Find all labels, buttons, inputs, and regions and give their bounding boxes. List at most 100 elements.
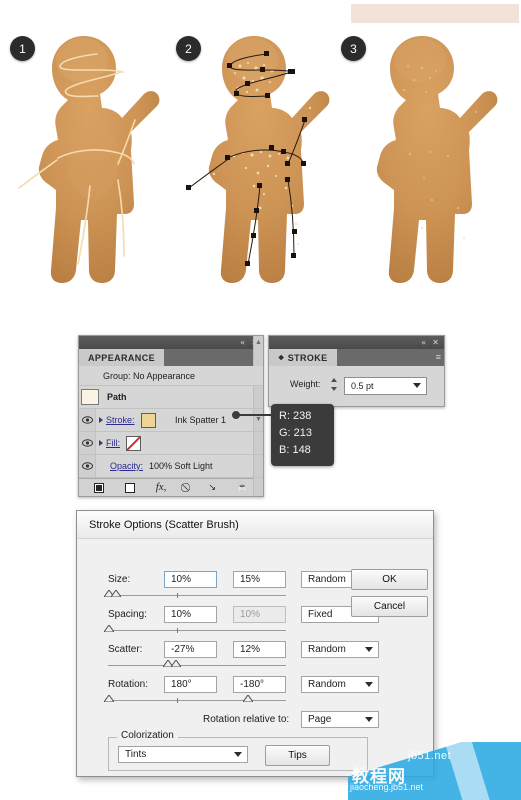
- cancel-button-label: Cancel: [373, 601, 406, 612]
- spacing-max-value: 10%: [240, 609, 261, 620]
- field-row-scatter: Scatter: -27% 12% Random: [77, 641, 433, 675]
- size-slider-track[interactable]: [108, 595, 286, 596]
- tab-filler: [164, 349, 263, 366]
- appearance-panel-titlebar[interactable]: « ✕: [79, 336, 263, 349]
- rgb-value-tooltip: R: 238 G: 213 B: 148: [271, 404, 334, 466]
- scatter-label: Scatter:: [108, 644, 143, 655]
- stroke-color-swatch[interactable]: [140, 412, 156, 428]
- scatter-min-input[interactable]: -27%: [164, 641, 217, 658]
- stroke-tab-row: ❖ STROKE ≡: [269, 349, 444, 366]
- scatter-mode-select[interactable]: Random: [301, 641, 379, 658]
- scatter-mode-value: Random: [308, 644, 346, 655]
- size-min-value: 10%: [171, 574, 192, 585]
- spacing-min-input[interactable]: 10%: [164, 606, 217, 623]
- rotation-slider-marker-max[interactable]: [243, 695, 253, 702]
- tab-filler: [336, 349, 444, 366]
- opacity-value: 100% Soft Light: [149, 461, 213, 471]
- chevron-down-icon[interactable]: [365, 647, 373, 652]
- size-slider-marker-max[interactable]: [111, 590, 121, 597]
- size-max-input[interactable]: 15%: [233, 571, 286, 588]
- rotation-label: Rotation:: [108, 679, 149, 690]
- rotation-relative-select[interactable]: Page: [301, 711, 379, 728]
- fill-none-swatch[interactable]: [126, 435, 141, 451]
- collapse-icon[interactable]: «: [421, 337, 426, 348]
- appearance-footer-toolbar: fx, ⃠ ↘ ☕: [79, 478, 263, 496]
- chevron-down-icon[interactable]: [234, 752, 242, 757]
- weight-label: Weight:: [290, 379, 321, 389]
- ok-button-label: OK: [382, 574, 397, 585]
- tab-appearance[interactable]: APPEARANCE: [79, 349, 165, 366]
- spacing-label: Spacing:: [108, 609, 147, 620]
- chevron-down-icon[interactable]: [365, 682, 373, 687]
- add-new-fill-icon[interactable]: [124, 482, 135, 493]
- scatter-max-input[interactable]: 12%: [233, 641, 286, 658]
- panel-state-icon: ❖: [278, 354, 285, 362]
- chevron-down-icon[interactable]: [365, 717, 373, 722]
- spacing-slider-tick: [177, 628, 178, 633]
- spacing-slider-track[interactable]: [108, 630, 286, 631]
- rotation-min-value: 180°: [171, 679, 192, 690]
- scroll-up-icon[interactable]: ▲: [254, 338, 263, 347]
- stroke-visibility-toggle[interactable]: [79, 409, 96, 431]
- path-thumbnail: [81, 389, 99, 405]
- stroke-panel-titlebar[interactable]: « ✕: [269, 336, 444, 349]
- weight-combo[interactable]: 0.5 pt: [344, 377, 427, 395]
- rotation-slider-tick: [177, 698, 178, 703]
- opacity-visibility-toggle[interactable]: [79, 455, 96, 477]
- step-badge-2: 2: [176, 36, 201, 61]
- spacing-min-value: 10%: [171, 609, 192, 620]
- add-new-effect-icon[interactable]: fx,: [156, 482, 167, 493]
- stroke-label[interactable]: Stroke:: [106, 415, 135, 425]
- group-label: Group: No Appearance: [103, 370, 196, 381]
- ok-button[interactable]: OK: [351, 569, 428, 590]
- appearance-tab-row: APPEARANCE ≡: [79, 349, 263, 366]
- fill-label[interactable]: Fill:: [106, 438, 120, 448]
- scatter-slider-track[interactable]: [108, 665, 286, 666]
- opacity-label[interactable]: Opacity:: [110, 461, 143, 471]
- stroke-panel-body: Weight: 0.5 pt: [269, 366, 444, 406]
- rgb-red-value: R: 238: [279, 410, 312, 422]
- rotation-min-input[interactable]: 180°: [164, 676, 217, 693]
- watermark-url: jiaocheng.jb51.net: [350, 782, 424, 792]
- rgb-blue-value: B: 148: [279, 444, 311, 456]
- duplicate-selected-item-icon[interactable]: ↘: [209, 483, 217, 492]
- rotation-mode-select[interactable]: Random: [301, 676, 379, 693]
- weight-stepper[interactable]: [331, 378, 339, 391]
- rotation-slider-track[interactable]: [108, 700, 286, 701]
- appearance-row-group[interactable]: Group: No Appearance: [79, 366, 263, 386]
- weight-value: 0.5 pt: [351, 381, 374, 391]
- screenshot-root: 1 2 3 « APPEARANCE ▲ ▼ Group: No Appeara…: [0, 0, 521, 800]
- tab-stroke[interactable]: ❖ STROKE: [269, 349, 337, 366]
- delete-selected-item-icon[interactable]: ☕: [237, 483, 248, 492]
- tips-button[interactable]: Tips: [265, 745, 330, 766]
- fill-disclosure-triangle-icon[interactable]: [99, 440, 103, 446]
- stroke-options-dialog: Stroke Options (Scatter Brush) Size: 10%…: [76, 510, 434, 777]
- scatter-min-value: -27%: [171, 644, 195, 655]
- cancel-button[interactable]: Cancel: [351, 596, 428, 617]
- stroke-disclosure-triangle-icon[interactable]: [99, 417, 103, 423]
- dialog-titlebar[interactable]: Stroke Options (Scatter Brush): [77, 511, 433, 539]
- size-label: Size:: [108, 574, 131, 585]
- fill-visibility-toggle[interactable]: [79, 432, 96, 454]
- stroke-panel: « ✕ ❖ STROKE ≡ Weight: 0.5 pt: [268, 335, 445, 407]
- spacing-mode-value: Fixed: [308, 609, 333, 620]
- tips-button-label: Tips: [288, 750, 307, 761]
- appearance-row-opacity[interactable]: Opacity: 100% Soft Light: [79, 455, 263, 478]
- rgb-green-value: G: 213: [279, 427, 313, 439]
- collapse-icon[interactable]: «: [240, 337, 245, 348]
- eye-icon: [81, 462, 93, 470]
- rotation-slider-marker-min[interactable]: [104, 695, 114, 702]
- chevron-down-icon[interactable]: [413, 383, 421, 388]
- rotation-max-value: -180°: [240, 679, 265, 690]
- rotation-max-input[interactable]: -180°: [233, 676, 286, 693]
- tab-stroke-label: STROKE: [287, 352, 328, 363]
- close-icon[interactable]: ✕: [432, 337, 439, 348]
- panel-menu-icon[interactable]: ≡: [436, 352, 441, 362]
- appearance-row-fill[interactable]: Fill:: [79, 432, 263, 455]
- add-new-stroke-icon[interactable]: [93, 482, 104, 493]
- spacing-slider-marker[interactable]: [104, 625, 114, 632]
- appearance-row-path[interactable]: Path: [79, 386, 263, 409]
- scatter-slider-marker-max[interactable]: [171, 660, 181, 667]
- colorization-method-select[interactable]: Tints: [118, 746, 248, 763]
- size-min-input[interactable]: 10%: [164, 571, 217, 588]
